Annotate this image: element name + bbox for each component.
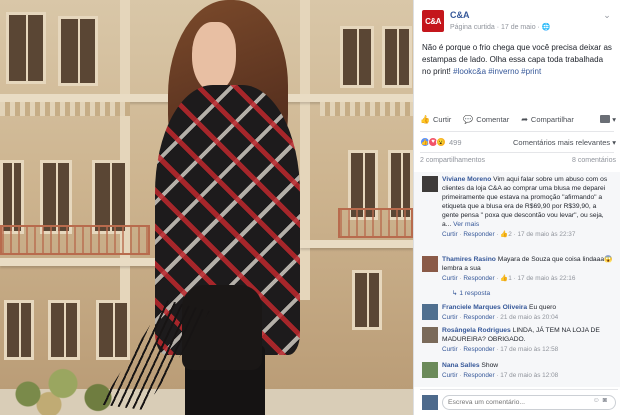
post-meta: Página curtida · 17 de maio · 🌐 xyxy=(450,23,551,31)
comment-time[interactable]: 17 de maio às 22:37 xyxy=(517,231,575,238)
post-header: C&A C&A Página curtida · 17 de maio · 🌐 … xyxy=(422,8,614,38)
comments-list: Viviane Moreno Vim aqui falar sobre um a… xyxy=(414,172,620,387)
comment-body: Viviane Moreno Vim aqui falar sobre um a… xyxy=(442,175,614,239)
shares-count[interactable]: 2 compartilhamentos xyxy=(420,157,485,167)
avatar[interactable] xyxy=(422,256,438,272)
comment-author[interactable]: Nana Salles xyxy=(442,362,480,369)
building-balcony xyxy=(0,225,150,255)
see-more-link[interactable]: Ver mais xyxy=(453,221,479,228)
comment-reaction-count[interactable]: 1 xyxy=(508,275,512,282)
comment-time[interactable]: 17 de maio às 12:58 xyxy=(500,346,558,353)
page-logo[interactable]: C&A xyxy=(422,10,444,32)
building-window xyxy=(92,160,128,234)
comment-like-link[interactable]: Curtir xyxy=(442,346,458,353)
comment-author[interactable]: Viviane Moreno xyxy=(442,176,491,183)
thumbs-up-icon: 👍 xyxy=(420,114,430,124)
globe-icon: 🌐 xyxy=(541,24,551,31)
comment-like-link[interactable]: Curtir xyxy=(442,372,458,379)
comment-author[interactable]: Franciele Marques Oliveira xyxy=(442,304,527,311)
building-window xyxy=(6,12,46,84)
comment-like-link[interactable]: Curtir xyxy=(442,275,458,282)
chevron-down-icon[interactable]: ⌄ xyxy=(600,10,614,22)
avatar[interactable] xyxy=(422,176,438,192)
building-window xyxy=(0,160,24,234)
page-name-link[interactable]: C&A xyxy=(450,10,470,20)
comment-body: Thamires Rasino Mayara de Souza que cois… xyxy=(442,255,614,283)
building-window xyxy=(382,26,412,88)
divider xyxy=(420,152,614,153)
comment-reply-link[interactable]: Responder xyxy=(463,275,494,282)
post-text: Não é porque o frio chega que você preci… xyxy=(422,42,614,78)
avatar[interactable] xyxy=(422,362,438,378)
comment-footer: Curtir · Responder · 21 de maio às 20:04 xyxy=(442,314,559,321)
share-icon: ➦ xyxy=(521,114,528,124)
divider xyxy=(420,131,614,132)
building-balustrade xyxy=(0,102,130,116)
model-face xyxy=(192,22,236,92)
avatar[interactable] xyxy=(422,327,438,343)
comment-footer: Curtir · Responder · 17 de maio às 12:08 xyxy=(442,372,559,379)
building-pilaster xyxy=(120,0,130,300)
post-as-selector[interactable]: ▾ xyxy=(600,115,616,124)
post-counts: 2 compartilhamentos 8 comentários xyxy=(420,157,616,167)
comment-author[interactable]: Thamires Rasino xyxy=(442,256,496,263)
share-label: Compartilhar xyxy=(530,114,574,124)
emoji-icon[interactable]: ☺ xyxy=(593,397,603,404)
building-window xyxy=(40,160,72,234)
comment-composer: ☺◙ xyxy=(420,389,618,411)
building-window xyxy=(340,26,374,88)
share-button[interactable]: ➦ Compartilhar xyxy=(521,115,574,124)
comment-body: Rosângela Rodrigues LINDA, JÁ TEM NA LOJ… xyxy=(442,326,614,354)
post-sidebar: C&A C&A Página curtida · 17 de maio · 🌐 … xyxy=(413,0,620,415)
comments-count[interactable]: 8 comentários xyxy=(572,157,616,167)
like-button[interactable]: 👍 Curtir xyxy=(420,115,451,124)
comment-reaction-count[interactable]: 2 xyxy=(508,231,512,238)
comment-icon: 💬 xyxy=(463,114,474,124)
comment-time[interactable]: 21 de maio às 20:04 xyxy=(500,314,558,321)
comment-text: Show xyxy=(479,362,499,369)
comment-like-link[interactable]: Curtir xyxy=(442,231,458,238)
building-window xyxy=(58,16,98,86)
post-photo[interactable] xyxy=(0,0,413,415)
comment-text: Eu quero xyxy=(527,304,557,311)
reaction-count[interactable]: 499 xyxy=(449,138,462,147)
comment-button[interactable]: 💬 Comentar xyxy=(463,115,509,124)
comment-reply-link[interactable]: Responder xyxy=(463,314,494,321)
reactions-bar: 👍 ♥ 😮 499 Comentários mais relevantes ▾ xyxy=(420,135,616,149)
camera-icon[interactable]: ◙ xyxy=(603,397,610,404)
comment-time[interactable]: 17 de maio às 22:16 xyxy=(517,275,575,282)
avatar xyxy=(600,115,611,123)
building-balustrade xyxy=(320,102,413,116)
comment-body: Franciele Marques Oliveira Eu quero Curt… xyxy=(442,303,614,322)
comment-author[interactable]: Rosângela Rodrigues xyxy=(442,327,511,334)
comment-footer: Curtir · Responder · 👍1 · 17 de maio às … xyxy=(442,275,576,282)
caret-down-icon: ▾ xyxy=(612,114,616,124)
wow-reaction-icon[interactable]: 😮 xyxy=(436,137,446,147)
avatar[interactable] xyxy=(422,304,438,320)
post-subtitle: Página curtida · 17 de maio · xyxy=(450,24,540,31)
comment-like-link[interactable]: Curtir xyxy=(442,314,458,321)
model-figure xyxy=(100,0,330,415)
comment-time[interactable]: 17 de maio às 12:08 xyxy=(500,372,558,379)
comment-reply-link[interactable]: Responder xyxy=(463,231,494,238)
composer-icons: ☺◙ xyxy=(593,397,610,404)
comment-footer: Curtir · Responder · 👍2 · 17 de maio às … xyxy=(442,231,576,238)
building-balcony xyxy=(338,208,413,238)
comment-input[interactable] xyxy=(442,395,616,410)
view-replies-link[interactable]: ↳ 1 resposta xyxy=(452,289,490,297)
comment-reply-link[interactable]: Responder xyxy=(463,346,494,353)
avatar xyxy=(422,395,438,410)
post-actions: 👍 Curtir 💬 Comentar ➦ Compartilhar ▾ xyxy=(420,110,616,128)
comment-reply-link[interactable]: Responder xyxy=(463,372,494,379)
comment-sort-dropdown[interactable]: Comentários mais relevantes ▾ xyxy=(513,138,616,147)
building-window xyxy=(352,270,382,330)
comment-footer: Curtir · Responder · 17 de maio às 12:58 xyxy=(442,346,559,353)
comment-label: Comentar xyxy=(476,114,510,124)
post-hashtags[interactable]: #lookc&a #inverno #print xyxy=(453,67,541,76)
comment-body: Nana Salles Show Curtir · Responder · 17… xyxy=(442,361,614,380)
like-label: Curtir xyxy=(432,114,452,124)
